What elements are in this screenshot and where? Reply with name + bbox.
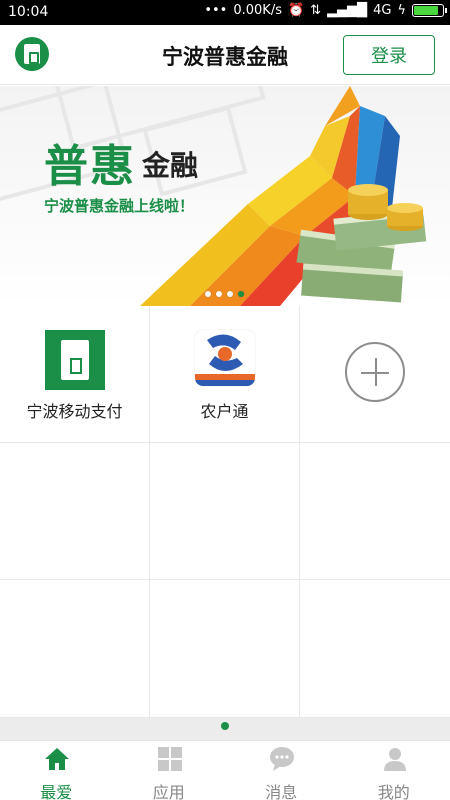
app-tile-add[interactable]: [300, 306, 450, 443]
more-dots-icon: •••: [204, 3, 228, 18]
home-icon: [45, 748, 69, 770]
empty-slot: [0, 443, 150, 580]
profile-icon: [383, 748, 406, 771]
bottom-tab-bar: 最爱 应用 消息 我的: [0, 740, 450, 800]
page-dot-active: [221, 722, 229, 730]
tab-favorites[interactable]: 最爱: [0, 741, 113, 800]
charging-icon: ϟ: [397, 3, 406, 18]
alarm-icon: ⏰: [287, 3, 305, 18]
empty-slot: [300, 443, 450, 580]
app-tile-mobile-pay[interactable]: 宁波移动支付: [0, 306, 150, 443]
battery-icon: [412, 4, 447, 17]
tab-label: 我的: [377, 783, 410, 800]
empty-slot: [150, 443, 300, 580]
carousel-dot[interactable]: [216, 291, 222, 297]
banner-tagline: 宁波普惠金融上线啦！: [44, 197, 195, 215]
signal-icon: ▂▄▆█: [327, 3, 368, 18]
banner-headline: 普惠: [44, 141, 136, 192]
tab-label: 消息: [265, 783, 298, 800]
network-type: 4G: [373, 3, 392, 18]
login-button[interactable]: 登录: [343, 35, 435, 75]
network-speed: 0.00K/s: [233, 3, 282, 18]
tab-label: 最爱: [40, 783, 73, 800]
banner-headline-secondary: 金融: [142, 149, 199, 182]
app-grid: 宁波移动支付 农户通: [0, 306, 450, 718]
empty-slot: [300, 580, 450, 718]
tab-label: 应用: [152, 783, 185, 800]
empty-slot: [0, 580, 150, 718]
mobile-pay-icon: [45, 330, 105, 390]
vibrate-icon: ⇅: [310, 3, 322, 18]
app-label: 农户通: [200, 402, 249, 421]
app-label: 宁波移动支付: [26, 402, 123, 421]
status-time: 10:04: [8, 4, 49, 20]
carousel-dot[interactable]: [205, 291, 211, 297]
status-bar: 10:04 ••• 0.00K/s ⏰ ⇅ ▂▄▆█ 4G ϟ: [0, 0, 450, 25]
add-icon[interactable]: [345, 342, 405, 402]
farmer-link-icon: [195, 330, 255, 390]
tab-messages[interactable]: 消息: [225, 741, 338, 800]
message-icon: [270, 747, 294, 771]
tab-profile[interactable]: 我的: [338, 741, 450, 800]
carousel-indicator[interactable]: [205, 291, 244, 297]
grid-page-indicator: [0, 718, 450, 740]
carousel-dot[interactable]: [238, 291, 244, 297]
apps-grid-icon: [157, 747, 182, 771]
status-indicators: ••• 0.00K/s ⏰ ⇅ ▂▄▆█ 4G ϟ: [204, 3, 447, 18]
tab-apps[interactable]: 应用: [113, 741, 226, 800]
promo-banner[interactable]: 普惠 金融 宁波普惠金融上线啦！: [0, 86, 450, 306]
carousel-dot[interactable]: [227, 291, 233, 297]
empty-slot: [150, 580, 300, 718]
app-header: 宁波普惠金融 登录: [0, 25, 450, 85]
app-tile-farmer-link[interactable]: 农户通: [150, 306, 300, 443]
